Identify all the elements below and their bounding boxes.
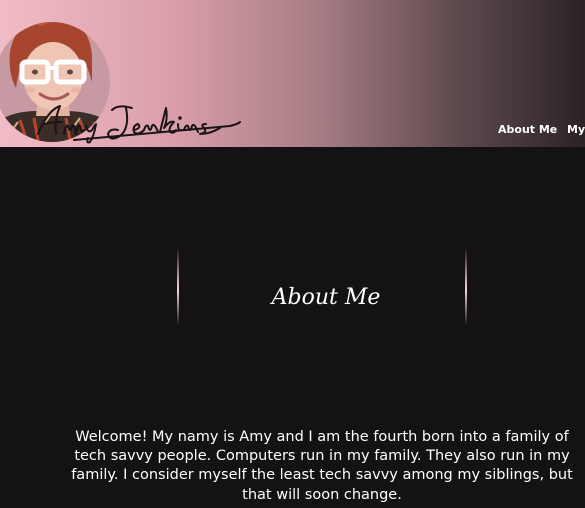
main-nav: About Me My	[0, 123, 585, 137]
amy-jenkins-logo	[37, 105, 241, 144]
nav-link-about-me[interactable]: About Me	[498, 123, 557, 136]
about-me-heading-text: About Me	[270, 285, 381, 310]
right-divider	[465, 248, 467, 326]
page: About Me My About Me Welcome! My namy is…	[0, 0, 585, 508]
nav-link-my[interactable]: My	[567, 123, 585, 136]
intro-paragraph: Welcome! My namy is Amy and I am the fou…	[71, 429, 573, 503]
site-header: About Me My	[0, 0, 585, 147]
about-me-heading: About Me	[270, 285, 381, 310]
left-divider	[177, 248, 179, 326]
